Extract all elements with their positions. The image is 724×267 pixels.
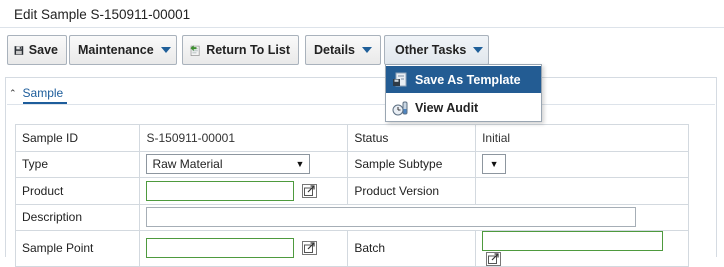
sample-id-label: Sample ID (14, 124, 141, 152)
external-link-icon[interactable] (301, 241, 317, 256)
chevron-up-icon: ⌃ (9, 87, 17, 98)
sample-form: Sample ID S-150911-00001 Status Initial … (14, 124, 689, 267)
description-input[interactable] (146, 207, 637, 228)
batch-label: Batch (347, 230, 477, 267)
sample-point-label: Sample Point (14, 230, 141, 267)
audit-icon (392, 101, 408, 115)
chevron-down-icon (362, 47, 372, 53)
section-toggle[interactable]: ⌃ Sample (9, 86, 63, 100)
product-cell (139, 177, 349, 205)
maintenance-label: Maintenance (78, 43, 154, 57)
chevron-down-icon (160, 47, 171, 53)
sample-id-value: S-150911-00001 (139, 124, 349, 152)
form-row: Sample Point Batch (14, 230, 689, 267)
menu-item-label: Save As Template (415, 72, 521, 87)
external-link-icon[interactable] (301, 183, 317, 198)
product-version-cell (475, 177, 689, 205)
product-label: Product (14, 177, 141, 205)
dropdown-arrow-icon: ▼ (489, 159, 499, 170)
product-input[interactable] (146, 180, 295, 201)
form-row: Sample ID S-150911-00001 Status Initial (14, 124, 689, 152)
save-button[interactable]: Save (7, 35, 67, 65)
chevron-down-icon (473, 47, 484, 53)
title-divider (0, 27, 724, 28)
product-version-label: Product Version (347, 177, 477, 205)
return-to-list-label: Return To List (206, 43, 290, 57)
page-title: Edit Sample S-150911-00001 (14, 7, 191, 22)
subtype-select[interactable]: ▼ (482, 154, 507, 175)
return-list-icon (190, 44, 200, 56)
batch-cell (475, 230, 689, 267)
other-tasks-menu: Save As Template View Audit (385, 64, 542, 122)
type-cell: Raw Material ▼ (139, 150, 349, 178)
type-label: Type (14, 150, 141, 178)
details-label: Details (314, 43, 355, 57)
floppy-disk-icon (14, 45, 24, 55)
menu-item-label: View Audit (415, 100, 479, 115)
return-to-list-button[interactable]: Return To List (182, 35, 299, 65)
sample-point-input[interactable] (146, 238, 295, 259)
menu-item-save-as-template[interactable]: Save As Template (386, 66, 541, 93)
template-icon (393, 72, 407, 86)
section-title: Sample (22, 86, 64, 100)
subtype-label: Sample Subtype (347, 150, 477, 178)
status-label: Status (347, 124, 477, 152)
form-row: Type Raw Material ▼ Sample Subtype ▼ (14, 150, 689, 178)
description-label: Description (14, 203, 141, 231)
other-tasks-label: Other Tasks (395, 43, 467, 57)
other-tasks-button[interactable]: Other Tasks (384, 35, 489, 65)
section-divider (7, 104, 715, 105)
status-value: Initial (475, 124, 689, 152)
save-label: Save (28, 43, 58, 57)
subtype-cell: ▼ (475, 150, 689, 178)
dropdown-arrow-icon: ▼ (295, 159, 305, 170)
maintenance-button[interactable]: Maintenance (69, 35, 177, 65)
batch-input[interactable] (482, 231, 664, 251)
form-row: Product Product Version (14, 177, 689, 205)
description-cell (139, 203, 689, 231)
form-row: Description (14, 203, 689, 231)
external-link-icon[interactable] (486, 251, 502, 266)
sample-point-cell (139, 230, 349, 267)
details-button[interactable]: Details (305, 35, 381, 65)
type-select-value: Raw Material (152, 157, 223, 172)
type-select[interactable]: Raw Material ▼ (146, 154, 311, 175)
menu-item-view-audit[interactable]: View Audit (386, 94, 541, 121)
